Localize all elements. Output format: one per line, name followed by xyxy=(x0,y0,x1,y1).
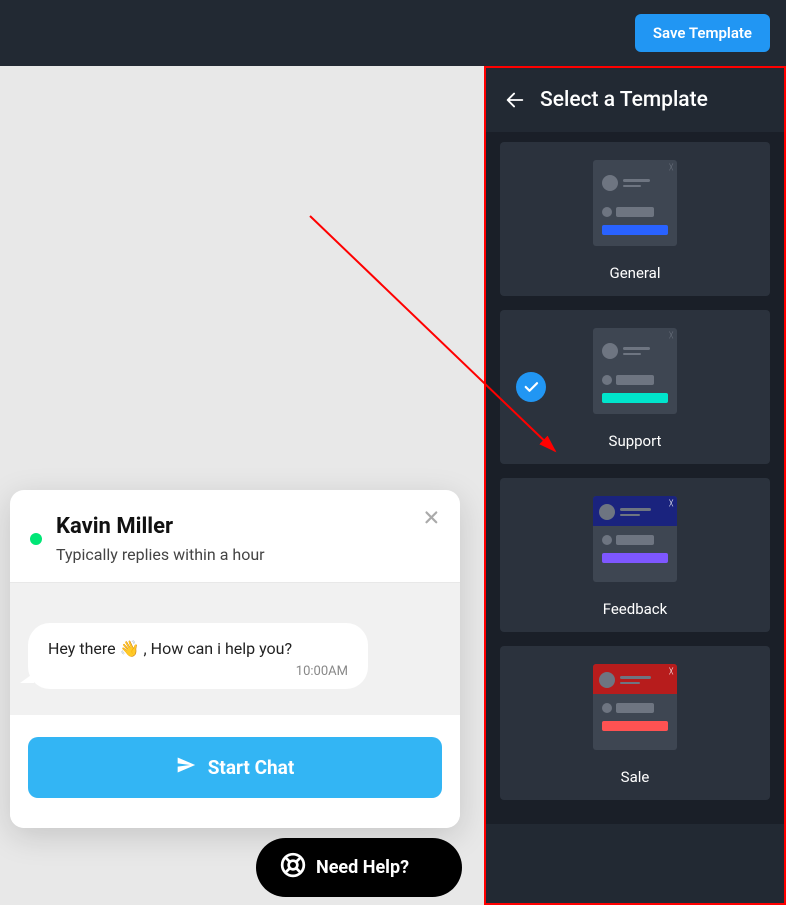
template-label: General xyxy=(512,264,758,282)
wave-emoji: 👋 xyxy=(120,639,140,658)
template-label: Feedback xyxy=(512,600,758,618)
chat-subtitle: Typically replies within a hour xyxy=(56,545,265,564)
chat-message-time: 10:00AM xyxy=(48,664,348,679)
template-card-feedback[interactable]: ╳ Feedback xyxy=(500,478,770,632)
send-icon xyxy=(176,755,196,780)
template-thumbnail: ╳ xyxy=(593,496,677,582)
chat-footer: Start Chat xyxy=(10,715,460,828)
top-bar: Save Template xyxy=(0,0,786,66)
start-chat-button[interactable]: Start Chat xyxy=(28,737,442,798)
template-thumbnail: ╳ xyxy=(593,160,677,246)
selected-check-icon xyxy=(516,372,546,402)
template-label: Sale xyxy=(512,768,758,786)
template-card-general[interactable]: ╳ General xyxy=(500,142,770,296)
chat-body: Hey there 👋 , How can i help you? 10:00A… xyxy=(10,582,460,715)
template-thumbnail: ╳ xyxy=(593,664,677,750)
chat-message-text: Hey there 👋 , How can i help you? xyxy=(48,639,348,658)
close-icon[interactable] xyxy=(422,508,440,530)
sidebar-title: Select a Template xyxy=(540,88,708,112)
template-thumbnail: ╳ xyxy=(593,328,677,414)
template-card-support[interactable]: ╳ Support xyxy=(500,310,770,464)
templates-list: ╳ General ╳ xyxy=(486,132,784,824)
save-template-button[interactable]: Save Template xyxy=(635,14,770,52)
sidebar-header: Select a Template xyxy=(486,68,784,132)
main-area: Kavin Miller Typically replies within a … xyxy=(0,66,786,905)
online-status-dot xyxy=(30,533,42,545)
template-sidebar: Select a Template ╳ General xyxy=(484,66,786,905)
chat-widget: Kavin Miller Typically replies within a … xyxy=(10,490,460,828)
lifebuoy-icon xyxy=(280,852,306,883)
preview-panel: Kavin Miller Typically replies within a … xyxy=(0,66,484,905)
need-help-button[interactable]: Need Help? xyxy=(256,838,462,897)
chat-header: Kavin Miller Typically replies within a … xyxy=(10,490,460,582)
template-card-sale[interactable]: ╳ Sale xyxy=(500,646,770,800)
back-arrow-icon[interactable] xyxy=(504,89,526,111)
template-label: Support xyxy=(512,432,758,450)
chat-message-bubble: Hey there 👋 , How can i help you? 10:00A… xyxy=(28,623,368,689)
chat-agent-name: Kavin Miller xyxy=(56,514,265,539)
